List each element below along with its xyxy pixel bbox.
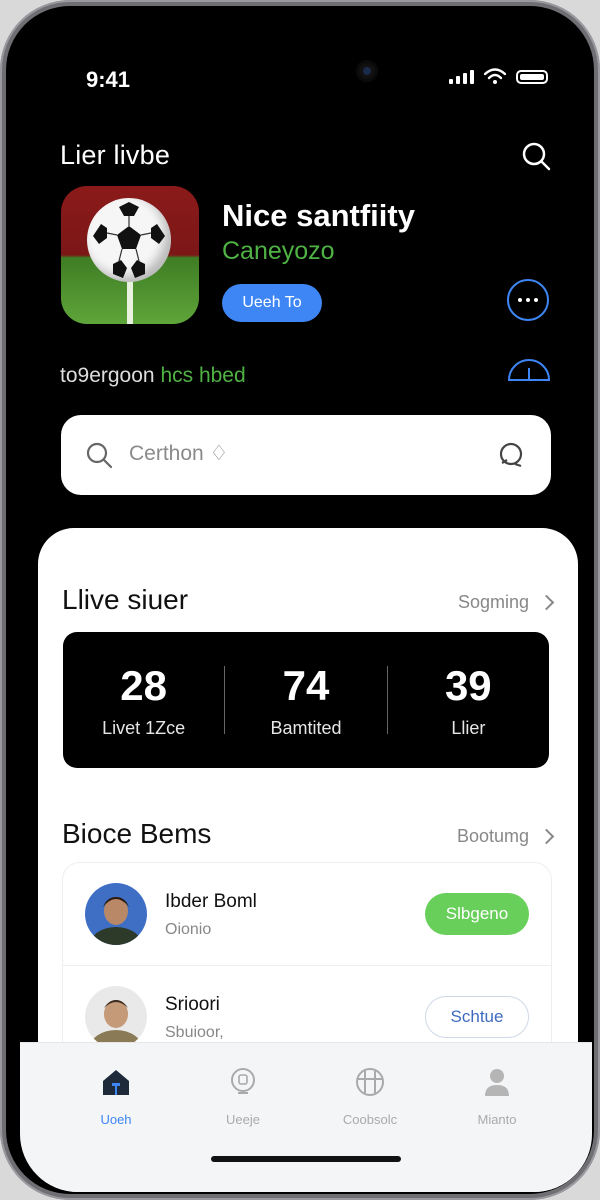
home-icon	[103, 1070, 129, 1095]
badge-icon	[231, 1068, 255, 1094]
chat-icon[interactable]	[497, 441, 525, 469]
list-item[interactable]: Ibder Boml Oionio Slbgeno	[63, 863, 551, 963]
chevron-right-icon	[538, 828, 555, 845]
stat-value: 39	[444, 662, 492, 709]
list-section-title: Bioce Bems	[62, 818, 212, 849]
avatar	[85, 986, 147, 1048]
status-icons	[449, 68, 548, 84]
gauge-icon[interactable]	[506, 358, 552, 382]
hero-title: Nice santfiity	[222, 198, 415, 233]
tagline-part1: to9ergoon	[60, 364, 155, 387]
search-icon	[86, 442, 113, 469]
tab-profile[interactable]: Mianto	[447, 1065, 547, 1127]
app-title: Lier livbe	[60, 140, 171, 170]
tab-stadium[interactable]: Coobsolc	[320, 1065, 420, 1127]
search-bar[interactable]: Certhon ♢	[61, 415, 551, 495]
tab-label: Ueeje	[226, 1112, 260, 1127]
live-section-link-label: Sogming	[457, 592, 529, 612]
list-item-name: Ibder Boml	[165, 891, 257, 912]
search-input[interactable]: Certhon ♢	[129, 441, 228, 466]
chevron-right-icon	[538, 594, 555, 611]
stat-label: Bamtited	[270, 718, 342, 738]
tab-home[interactable]: Uoeh	[66, 1065, 166, 1127]
signal-icon	[449, 68, 474, 84]
list-section-link[interactable]: Bootumg	[456, 826, 555, 847]
phone-bezel: 9:41 Lier livbe Nice santfiity Caneyozo …	[6, 6, 594, 1194]
stat-item: 28 Livet 1Zce	[63, 632, 224, 768]
list-item-meta: Oionio	[165, 921, 212, 938]
list-item-name: Srioori	[165, 994, 220, 1015]
tab-label: Coobsolc	[342, 1112, 398, 1127]
stats-panel: 28 Livet 1Zce 74 Bamtited 39 Llier	[63, 632, 549, 768]
home-indicator[interactable]	[211, 1156, 401, 1162]
tagline: to9ergoon hcs hbed	[60, 364, 246, 388]
search-icon[interactable]	[520, 140, 552, 172]
dot-icon	[526, 298, 530, 302]
live-section-link[interactable]: Sogming	[457, 592, 555, 613]
avatar	[85, 883, 147, 945]
wifi-icon	[484, 68, 506, 84]
tab-bar: Uoeh Ueeje Coobsolc Mianto	[20, 1042, 592, 1192]
phone-frame: 9:41 Lier livbe Nice santfiity Caneyozo …	[0, 0, 600, 1200]
battery-icon	[516, 70, 548, 84]
list-item-meta: Sbuioor,	[165, 1024, 224, 1041]
stat-value: 28	[120, 662, 168, 709]
list-item-action-button[interactable]: Schtue	[425, 996, 529, 1038]
status-time: 9:41	[86, 67, 131, 92]
soccer-ball-icon	[87, 198, 171, 282]
stat-item: 39 Llier	[388, 632, 549, 768]
more-options-button[interactable]	[507, 279, 549, 321]
screen: 9:41 Lier livbe Nice santfiity Caneyozo …	[20, 20, 592, 1192]
tab-label: Uoeh	[100, 1112, 132, 1127]
stadium-icon	[356, 1068, 384, 1096]
tagline-part2: hcs hbed	[160, 364, 246, 387]
list-section-link-label: Bootumg	[456, 826, 529, 846]
soccer-app-icon	[61, 186, 199, 324]
list-item-action-button[interactable]: Slbgeno	[425, 893, 529, 935]
stat-value: 74	[282, 662, 330, 709]
stat-label: Llier	[451, 718, 486, 738]
primary-action-button[interactable]: Ueeh To	[222, 284, 322, 322]
stat-item: 74 Bamtited	[225, 632, 386, 768]
hero-subtitle: Caneyozo	[222, 237, 335, 265]
live-section-title: Llive siuer	[62, 584, 189, 615]
dot-icon	[518, 298, 522, 302]
stat-label: Livet 1Zce	[102, 718, 186, 738]
dot-icon	[534, 298, 538, 302]
front-camera	[356, 60, 378, 82]
profile-icon	[485, 1069, 509, 1096]
tab-badge[interactable]: Ueeje	[193, 1065, 293, 1127]
tab-label: Mianto	[477, 1112, 517, 1127]
